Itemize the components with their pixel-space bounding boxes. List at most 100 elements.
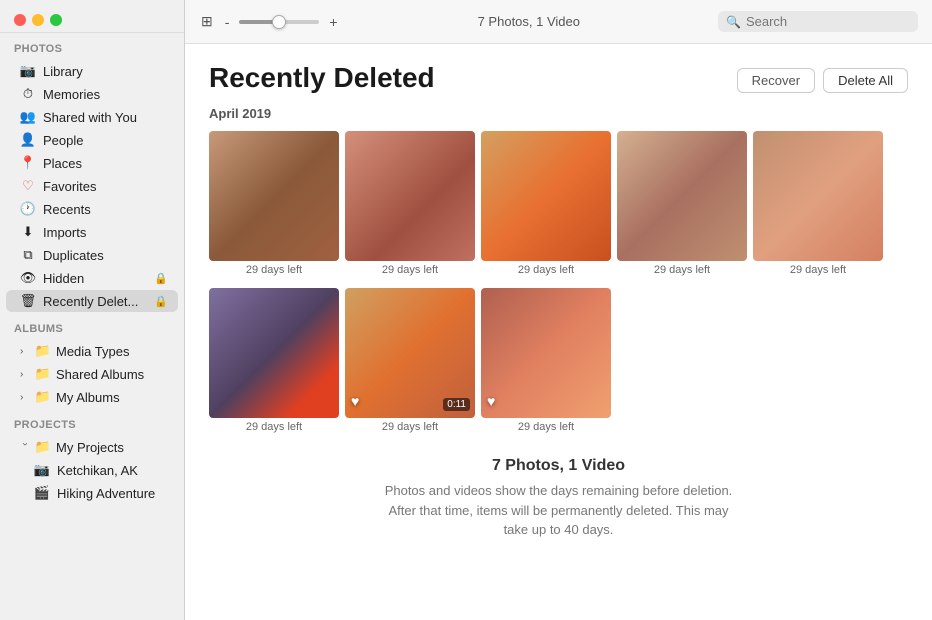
people-icon: 👤 [20,132,36,148]
photo-days-left: 29 days left [209,421,339,433]
photo-item[interactable]: 29 days left [345,131,475,276]
projects-section-label: Projects [0,409,184,435]
sidebar-group-label: Media Types [56,344,129,359]
photo-item[interactable]: 29 days left [209,131,339,276]
photo-grid-row1: 29 days left 29 days left 29 days left 2… [209,131,908,276]
photo-days-left: 29 days left [481,421,611,433]
page-title: Recently Deleted [209,62,435,94]
sidebar-item-favorites[interactable]: ♡ Favorites [6,175,178,197]
footer-note: 7 Photos, 1 Video Photos and videos show… [209,457,908,560]
sidebar-item-recently-deleted[interactable]: 🗑 Recently Delet... 🔒 [6,290,178,312]
sidebar-item-label: Duplicates [43,248,168,263]
sidebar-item-label: Library [43,64,168,79]
sidebar-item-hiking[interactable]: 🎬 Hiking Adventure [6,482,178,504]
page-header: Recently Deleted Recover Delete All [209,62,908,94]
albums-section-label: Albums [0,313,184,339]
search-icon: 🔍 [726,15,741,29]
main-content: ⊞ - + 7 Photos, 1 Video 🔍 Recently Delet… [185,0,932,620]
sidebar-group-media-types[interactable]: › 📁 Media Types [6,340,178,362]
recents-icon: 🕐 [20,201,36,217]
trash-icon: 🗑 [20,293,36,309]
zoom-icon[interactable]: ⊞ [199,13,215,30]
photo-days-left: 29 days left [209,264,339,276]
section-date: April 2019 [209,106,908,121]
photo-thumbnail [481,288,611,418]
photo-thumbnail [753,131,883,261]
sidebar-item-library[interactable]: 📷 Library [6,60,178,82]
chevron-down-icon: › [20,442,31,452]
sidebar-group-my-projects[interactable]: › 📁 My Projects [6,436,178,458]
sidebar: Photos 📷 Library ⏱ Memories 👥 Shared wit… [0,0,185,620]
sidebar-item-label: Hidden [43,271,147,286]
lock-icon: 🔒 [154,272,168,285]
sidebar-item-label: Favorites [43,179,168,194]
zoom-out-button[interactable]: - [223,14,232,30]
content-area: Recently Deleted Recover Delete All Apri… [185,44,932,620]
duplicates-icon: ⧉ [20,247,36,263]
footer-title: 7 Photos, 1 Video [209,457,908,475]
shared-albums-icon: 📁 [35,366,51,382]
photo-thumbnail [481,131,611,261]
sidebar-item-label: Imports [43,225,168,240]
photo-item[interactable]: 29 days left [753,131,883,276]
fullscreen-button[interactable] [50,14,62,26]
sidebar-item-label: Ketchikan, AK [57,463,168,478]
sidebar-group-label: My Albums [56,390,120,405]
memories-icon: ⏱ [20,86,36,102]
sidebar-item-places[interactable]: 📍 Places [6,152,178,174]
photo-days-left: 29 days left [345,421,475,433]
toolbar: ⊞ - + 7 Photos, 1 Video 🔍 [185,0,932,44]
photo-item[interactable]: ♥ 29 days left [481,288,611,433]
search-input[interactable] [746,14,910,29]
sidebar-item-shared-with-you[interactable]: 👥 Shared with You [6,106,178,128]
zoom-slider[interactable] [239,20,319,24]
hiking-icon: 🎬 [34,485,50,501]
my-albums-icon: 📁 [35,389,51,405]
photo-item[interactable]: 29 days left [617,131,747,276]
sidebar-item-memories[interactable]: ⏱ Memories [6,83,178,105]
library-icon: 📷 [20,63,36,79]
photo-thumbnail [617,131,747,261]
sidebar-item-label: Recently Delet... [43,294,147,309]
sidebar-item-label: Recents [43,202,168,217]
video-duration-badge: 0:11 [443,398,470,411]
favorite-heart-icon: ♥ [351,393,359,409]
my-projects-icon: 📁 [35,439,51,455]
lock-icon-deleted: 🔒 [154,295,168,308]
photo-item[interactable]: 29 days left [209,288,339,433]
photos-section-label: Photos [0,33,184,59]
sidebar-item-imports[interactable]: ⬇ Imports [6,221,178,243]
header-buttons: Recover Delete All [737,62,908,93]
zoom-in-button[interactable]: + [327,14,339,30]
delete-all-button[interactable]: Delete All [823,68,908,93]
favorite-heart-icon: ♥ [487,393,495,409]
sidebar-item-people[interactable]: 👤 People [6,129,178,151]
sidebar-item-label: Memories [43,87,168,102]
sidebar-item-label: Places [43,156,168,171]
sidebar-item-label: People [43,133,168,148]
photo-item[interactable]: 29 days left [481,131,611,276]
photo-days-left: 29 days left [753,264,883,276]
search-box[interactable]: 🔍 [718,11,918,32]
imports-icon: ⬇ [20,224,36,240]
toolbar-left: ⊞ - + [199,13,340,30]
photo-thumbnail [345,131,475,261]
sidebar-group-my-albums[interactable]: › 📁 My Albums [6,386,178,408]
sidebar-item-recents[interactable]: 🕐 Recents [6,198,178,220]
sidebar-item-ketchikan[interactable]: 📷 Ketchikan, AK [6,459,178,481]
close-button[interactable] [14,14,26,26]
sidebar-item-duplicates[interactable]: ⧉ Duplicates [6,244,178,266]
photo-days-left: 29 days left [617,264,747,276]
photo-thumbnail [209,288,339,418]
favorites-icon: ♡ [20,178,36,194]
photo-item[interactable]: ♥ 0:11 29 days left [345,288,475,433]
sidebar-group-shared-albums[interactable]: › 📁 Shared Albums [6,363,178,385]
window-controls [0,8,184,33]
toolbar-right: 🔍 [718,11,918,32]
recover-button[interactable]: Recover [737,68,815,93]
toolbar-photo-count: 7 Photos, 1 Video [350,14,708,29]
minimize-button[interactable] [32,14,44,26]
chevron-right-icon: › [20,392,30,403]
sidebar-item-hidden[interactable]: 👁 Hidden 🔒 [6,267,178,289]
footer-description: Photos and videos show the days remainin… [369,481,749,540]
